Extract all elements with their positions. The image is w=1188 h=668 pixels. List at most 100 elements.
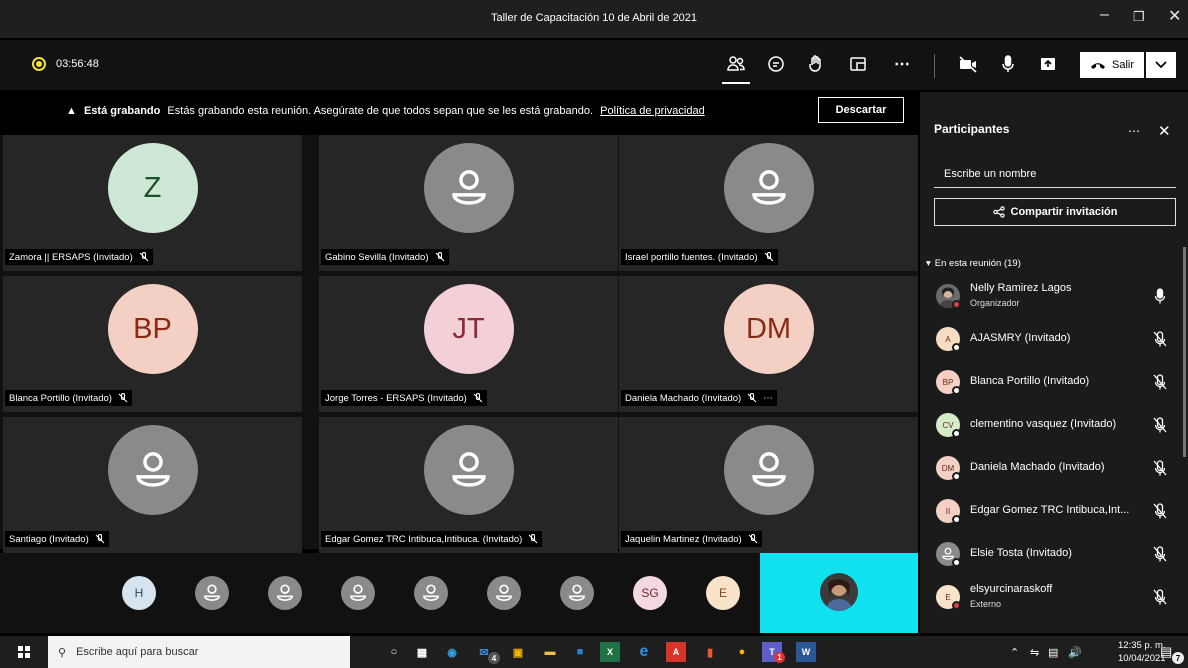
network-icon[interactable]: ⇋ — [1030, 646, 1039, 659]
microphone-icon — [1002, 55, 1014, 72]
strip-participant-avatar[interactable] — [414, 576, 448, 610]
tile-name-label: Jorge Torres - ERSAPS (Invitado) — [321, 390, 487, 406]
file-explorer-icon[interactable]: ▬ — [540, 642, 560, 662]
maximize-icon[interactable]: ❒ — [1133, 9, 1145, 25]
video-tile[interactable]: Santiago (Invitado) — [3, 417, 302, 553]
video-tile[interactable]: Gabino Sevilla (Invitado) — [319, 135, 618, 271]
taskbar-search-box[interactable]: ⚲ Escribe aquí para buscar — [48, 636, 350, 668]
windows-taskbar: ⚲ Escribe aquí para buscar ○ ▦ ◉ ✉ 4 ▣ ▬… — [0, 636, 1188, 668]
strip-participant-avatar[interactable]: E — [706, 576, 740, 610]
participant-search-input[interactable]: Escribe un nombre — [934, 162, 1176, 188]
internet-explorer-icon[interactable]: e — [634, 642, 654, 662]
mic-muted-icon[interactable] — [1152, 502, 1168, 520]
mic-on-icon[interactable] — [1152, 287, 1168, 305]
share-screen-button[interactable] — [1036, 52, 1060, 76]
panel-title: Participantes — [934, 122, 1010, 136]
acrobat-icon[interactable]: A — [666, 642, 686, 662]
strip-participant-avatar[interactable] — [560, 576, 594, 610]
task-view-icon[interactable]: ▦ — [412, 642, 432, 662]
microphone-button[interactable] — [996, 52, 1020, 76]
participant-initials: BP — [942, 377, 954, 387]
video-tile[interactable]: Z Zamora || ERSAPS (Invitado) — [3, 135, 302, 271]
chrome-icon[interactable]: ● — [732, 642, 752, 662]
participant-row[interactable]: CV clementino vasquez (Invitado) — [934, 407, 1180, 443]
excel-icon[interactable]: X — [600, 642, 620, 662]
presence-status-icon — [952, 343, 961, 352]
recording-text: Estás grabando esta reunión. Asegúrate d… — [167, 105, 594, 117]
video-tile[interactable]: DM Daniela Machado (Invitado) ⋯ — [619, 276, 918, 412]
search-icon: ⚲ — [58, 646, 67, 659]
mic-muted-icon[interactable] — [1152, 588, 1168, 606]
volume-icon[interactable]: 🔊 — [1068, 646, 1082, 659]
close-icon[interactable]: ✕ — [1168, 6, 1181, 26]
presence-status-icon — [952, 558, 961, 567]
participant-avatar: DM — [723, 284, 814, 374]
participant-row[interactable]: Eelsyurcinaraskoff Externo — [934, 579, 1180, 615]
participant-row[interactable]: BP Blanca Portillo (Invitado) — [934, 364, 1180, 400]
reactions-button[interactable] — [804, 52, 828, 76]
panel-close-icon[interactable]: ✕ — [1158, 122, 1171, 140]
app-icon[interactable]: ■ — [570, 642, 590, 662]
edge-icon[interactable]: ◉ — [442, 642, 462, 662]
strip-participant-avatar[interactable]: H — [122, 576, 156, 610]
recording-indicator-icon — [32, 57, 46, 71]
leave-button[interactable]: Salir — [1080, 52, 1144, 78]
windows-start-icon[interactable] — [18, 646, 30, 658]
mic-muted-icon — [1153, 503, 1167, 519]
more-actions-icon[interactable]: ⋯ — [890, 52, 914, 76]
participant-initials: DM — [941, 463, 955, 473]
window-title: Taller de Capacitación 10 de Abril de 20… — [490, 12, 698, 24]
mic-muted-icon[interactable] — [1152, 459, 1168, 477]
rooms-button[interactable] — [846, 52, 870, 76]
participant-row[interactable]: Nelly Ramirez Lagos Organizador — [934, 278, 1180, 314]
camera-button[interactable] — [956, 52, 980, 76]
video-tile[interactable]: Jaquelin Martinez (Invitado) — [619, 417, 918, 553]
video-tile[interactable]: BP Blanca Portillo (Invitado) — [3, 276, 302, 412]
participants-button[interactable] — [724, 52, 748, 76]
tile-participant-name: Santiago (Invitado) — [9, 533, 89, 545]
privacy-policy-link[interactable]: Política de privacidad — [600, 105, 705, 117]
chevron-up-icon[interactable]: ⌃ — [1010, 646, 1019, 659]
dismiss-button[interactable]: Descartar — [818, 97, 904, 123]
self-video-preview[interactable] — [760, 553, 918, 633]
mic-muted-icon[interactable] — [1152, 373, 1168, 391]
tile-more-icon[interactable]: ⋯ — [763, 393, 773, 404]
taskbar-clock[interactable]: 12:35 p. m. 10/04/2021 — [1118, 639, 1166, 665]
in-meeting-section-header[interactable]: ▾ En esta reunión (19) — [926, 258, 1021, 269]
mic-muted-icon — [1153, 374, 1167, 390]
minimize-icon[interactable]: – — [1100, 6, 1109, 24]
store-icon[interactable]: ▣ — [508, 642, 528, 662]
tile-name-label: Daniela Machado (Invitado) ⋯ — [621, 390, 777, 406]
panel-more-icon[interactable]: ⋯ — [1128, 124, 1140, 138]
presence-status-icon — [952, 472, 961, 481]
strip-participant-avatar[interactable] — [341, 576, 375, 610]
word-icon[interactable]: W — [796, 642, 816, 662]
office-icon[interactable]: ▮ — [700, 642, 720, 662]
participant-name: clementino vasquez (Invitado) — [970, 418, 1117, 430]
participant-row[interactable]: A AJASMRY (Invitado) — [934, 321, 1180, 357]
mic-muted-icon[interactable] — [1152, 330, 1168, 348]
participant-row[interactable]: DM Daniela Machado (Invitado) — [934, 450, 1180, 486]
mic-muted-icon[interactable] — [1152, 545, 1168, 563]
participant-row[interactable]: Elsie Tosta (Invitado) — [934, 536, 1180, 572]
chat-button[interactable] — [764, 52, 788, 76]
strip-participant-avatar[interactable] — [195, 576, 229, 610]
battery-icon[interactable]: ▤ — [1048, 646, 1058, 659]
leave-options-button[interactable] — [1146, 52, 1176, 78]
participant-row[interactable]: II Edgar Gomez TRC Intibuca,Int... — [934, 493, 1180, 529]
notifications-icon[interactable]: ▤ — [1160, 644, 1172, 660]
cortana-icon[interactable]: ○ — [384, 642, 404, 662]
share-invite-button[interactable]: Compartir invitación — [934, 198, 1176, 226]
participant-avatar — [107, 425, 198, 515]
video-tile[interactable]: Edgar Gomez TRC Intibuca,Intibuca. (Invi… — [319, 417, 618, 553]
strip-participant-avatar[interactable] — [268, 576, 302, 610]
panel-scrollbar[interactable] — [1183, 247, 1186, 457]
participant-name: Nelly Ramirez Lagos — [970, 282, 1072, 294]
strip-participant-avatar[interactable] — [487, 576, 521, 610]
presence-status-icon — [952, 515, 961, 524]
strip-initials: SG — [641, 586, 659, 600]
video-tile[interactable]: Israel portillo fuentes. (Invitado) — [619, 135, 918, 271]
video-tile[interactable]: JT Jorge Torres - ERSAPS (Invitado) — [319, 276, 618, 412]
strip-participant-avatar[interactable]: SG — [633, 576, 667, 610]
mic-muted-icon[interactable] — [1152, 416, 1168, 434]
